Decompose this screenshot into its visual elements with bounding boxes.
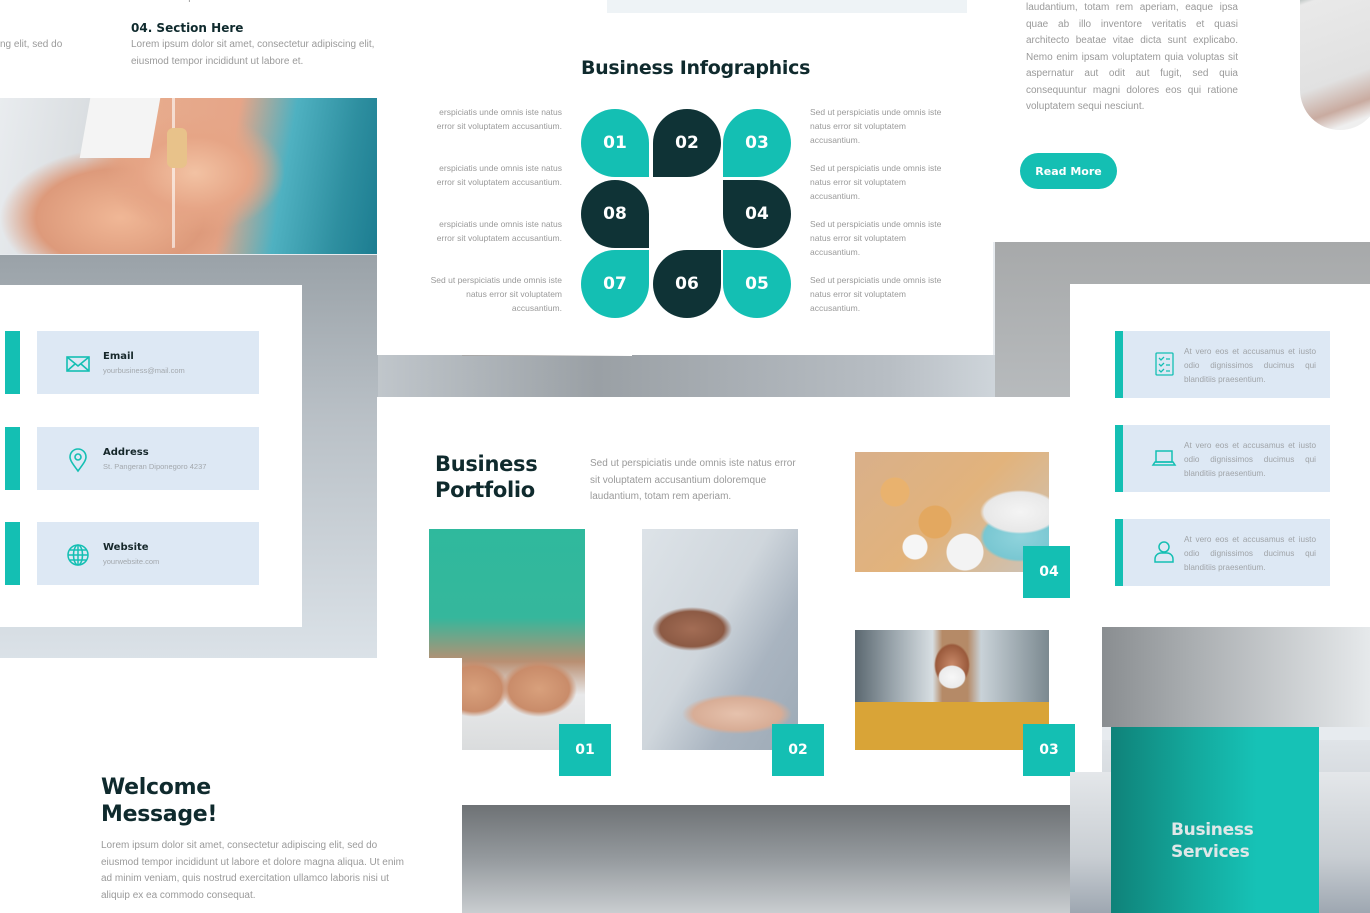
portfolio-badge: 02 (772, 724, 824, 776)
petal-04: 04 (723, 180, 791, 248)
contact-card-email: Email yourbusiness@mail.com (37, 331, 259, 394)
title-line: Services (1171, 842, 1250, 862)
contact-card-website: Website yourwebsite.com (37, 522, 259, 585)
read-more-button[interactable]: Read More (1020, 153, 1117, 189)
contact-label: Email (103, 351, 134, 362)
slide-business-services[interactable]: Business Services (1070, 727, 1370, 913)
accent-bar (5, 331, 20, 394)
petal-02: 02 (653, 109, 721, 177)
infographic-text-left: erspiciatis unde omnis iste natus error … (436, 107, 562, 131)
petal-07: 07 (581, 250, 649, 318)
accent-bar (5, 522, 20, 585)
iv-tube (172, 98, 188, 248)
portfolio-badge: 03 (1023, 724, 1075, 776)
title-panel: Business Services (1111, 727, 1319, 913)
service-text: At vero eos et accusamus et iusto odio d… (1184, 535, 1316, 572)
infographic-text-right: Sed ut perspiciatis unde omnis iste natu… (810, 163, 942, 201)
slide-contact[interactable]: Email yourbusiness@mail.com Address St. … (0, 285, 302, 627)
section-title: 04. Section Here (131, 21, 244, 35)
slide-portfolio[interactable]: Business Portfolio Sed ut perspiciatis u… (377, 397, 1102, 805)
title-line: Business (435, 452, 538, 476)
laptop-icon (1151, 445, 1177, 471)
checklist-icon (1151, 351, 1177, 377)
service-card: At vero eos et accusamus et iusto odio d… (1123, 331, 1330, 398)
accent-bar (1115, 519, 1123, 586)
petal-05: 05 (723, 250, 791, 318)
slide-title: Welcome Message! (101, 774, 217, 828)
header-band (607, 0, 967, 13)
laptop-photo (1300, 0, 1370, 130)
contact-card-address: Address St. Pangeran Diponegoro 4237 (37, 427, 259, 490)
slide-read-more[interactable]: laudantium, totam rem aperiam, eaque ips… (993, 0, 1370, 242)
iv-cap (167, 128, 187, 168)
slide-welcome[interactable]: Welcome Message! Lorem ipsum dolor sit a… (0, 658, 462, 913)
contact-value: yourwebsite.com (103, 557, 160, 566)
portfolio-description: Sed ut perspiciatis unde omnis iste natu… (590, 458, 796, 502)
medical-tape (79, 98, 161, 158)
left-fragment-text: ng elit, sed do (0, 39, 63, 50)
slide-title: Business Services (1171, 819, 1311, 863)
hand-sanitizer-photo (642, 529, 798, 750)
contact-label: Address (103, 447, 149, 458)
petal-08: 08 (581, 180, 649, 248)
contact-value: St. Pangeran Diponegoro 4237 (103, 462, 207, 471)
body-paragraph: laudantium, totam rem aperiam, eaque ips… (1026, 2, 1238, 112)
infographic-text-left: erspiciatis unde omnis iste natus error … (436, 219, 562, 243)
slide-shadow (462, 805, 1102, 913)
service-text: At vero eos et accusamus et iusto odio d… (1184, 347, 1316, 384)
iv-drip-hand-photo (0, 98, 411, 254)
title-line: Welcome (101, 775, 211, 800)
infographic-center (653, 180, 721, 248)
petal-06: 06 (653, 250, 721, 318)
portfolio-badge: 04 (1023, 546, 1075, 598)
globe-icon (65, 542, 91, 568)
contact-label: Website (103, 542, 149, 553)
service-card: At vero eos et accusamus et iusto odio d… (1123, 425, 1330, 492)
slide-shadow (378, 355, 1108, 397)
slide-title: Business Infographics (581, 57, 811, 79)
woman-with-face-mask-photo (855, 630, 1049, 750)
portfolio-badge: 01 (559, 724, 611, 776)
title-line: Portfolio (435, 478, 535, 502)
welcome-paragraph: Lorem ipsum dolor sit amet, consectetur … (101, 840, 404, 901)
location-pin-icon (65, 447, 91, 473)
title-line: Business (1171, 820, 1254, 840)
slide-infographics[interactable]: Business Infographics erspiciatis unde o… (377, 0, 993, 355)
slide-title: Business Portfolio (435, 451, 575, 503)
infographic-text-right: Sed ut perspiciatis unde omnis iste natu… (810, 275, 942, 313)
petal-01: 01 (581, 109, 649, 177)
petal-03: 03 (723, 109, 791, 177)
infographic-text-right: Sed ut perspiciatis unde omnis iste natu… (810, 219, 942, 257)
service-text: At vero eos et accusamus et iusto odio d… (1184, 441, 1316, 478)
accent-bar (1115, 331, 1123, 398)
service-card: At vero eos et accusamus et iusto odio d… (1123, 519, 1330, 586)
accent-bar (1115, 425, 1123, 492)
slide-shadow (1070, 627, 1370, 727)
infographic-text-left: erspiciatis unde omnis iste natus error … (436, 163, 562, 187)
accent-bar (5, 427, 20, 490)
contact-value: yourbusiness@mail.com (103, 366, 185, 375)
slide-services-list[interactable]: At vero eos et accusamus et iusto odio d… (1070, 284, 1370, 627)
user-icon (1151, 539, 1177, 565)
title-line: Message! (101, 802, 218, 827)
assorted-pills-photo (855, 452, 1049, 572)
infographic-text-left: Sed ut perspiciatis unde omnis iste natu… (430, 275, 562, 313)
mail-icon (65, 351, 91, 377)
infographic-text-right: Sed ut perspiciatis unde omnis iste natu… (810, 107, 942, 145)
